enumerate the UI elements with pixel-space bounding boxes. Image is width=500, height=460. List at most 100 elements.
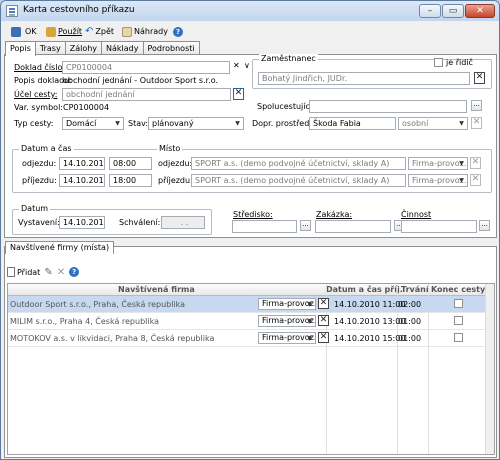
arrive-time-field[interactable]: 18:00 [109, 174, 152, 187]
companions-field[interactable] [309, 100, 467, 113]
vertical-scrollbar[interactable] [485, 284, 494, 454]
save-button[interactable] [11, 25, 21, 38]
datetime-group: Datum a čas Místo odjezdu: 14.10.2010 08… [12, 144, 492, 193]
tab-visited-firms[interactable]: Navštívené firmy (místa) [5, 241, 115, 254]
driver-label: je řidič [446, 58, 473, 67]
trip-type-select[interactable]: Domácí ▼ [62, 117, 124, 130]
delete-icon[interactable]: ✕ [57, 267, 65, 278]
row-end-checkbox[interactable] [454, 333, 463, 342]
row-end-checkbox[interactable] [454, 316, 463, 325]
activity-label: Činnost [401, 210, 432, 219]
clear-employee-button[interactable]: ✕ [474, 72, 485, 84]
center-field[interactable] [232, 220, 297, 233]
row-duration: 02:00 [398, 300, 422, 309]
employee-group-title: Zaměstnanec [259, 54, 318, 63]
tab-strip: Popis Trasy Zálohy Náklady Podrobnosti [5, 41, 200, 56]
add-button[interactable]: Přidat [7, 267, 40, 277]
clear-purpose-button[interactable]: ✕ [233, 88, 244, 100]
col-end[interactable]: Konec cesty [431, 285, 485, 294]
arrive-date-field[interactable]: 14.10.2010 [59, 174, 105, 187]
companions-picker-button[interactable]: ... [471, 100, 482, 111]
row-clear-button[interactable]: ✕ [318, 315, 329, 326]
var-symbol-label: Var. symbol: [14, 103, 63, 112]
table-row[interactable]: MILIM s.r.o., Praha 4, Česká republika F… [8, 313, 486, 330]
driver-checkbox[interactable] [434, 58, 443, 67]
row-type-select[interactable]: Firma-provoz. ▼ [258, 315, 316, 327]
approved-date-field[interactable]: . . [161, 216, 205, 229]
row-type-select[interactable]: Firma-provoz. ▼ [258, 298, 316, 310]
col-duration[interactable]: Trvání [401, 285, 429, 294]
tab-podrobnosti[interactable]: Podrobnosti [142, 41, 200, 55]
close-window-button[interactable]: ✕ [465, 4, 495, 18]
window-title: Karta cestovního příkazu [23, 5, 135, 15]
compensation-label: Náhrady [134, 27, 168, 36]
vehicle-type-value: osobní [402, 119, 429, 128]
issued-date-field[interactable]: 14.10.2010 [59, 216, 105, 229]
table-row[interactable]: Outdoor Sport s.r.o., Praha, Česká repub… [8, 296, 486, 313]
depart-date-field[interactable]: 14.10.2010 [59, 157, 105, 170]
chevron-down-icon: ▼ [459, 120, 464, 127]
place-arrive-type-select[interactable]: Firma-provoz. ▼ [408, 174, 468, 187]
place-arrive-field[interactable]: SPORT a.s. (demo podvojné účetnictví, sk… [191, 174, 406, 187]
doc-no-field[interactable]: CP0100004 [62, 61, 230, 74]
row-date: 14.10.2010 11:00 [334, 300, 406, 309]
compensation-button[interactable]: Náhrady [122, 25, 168, 38]
vehicle-field[interactable]: Škoda Fabia [309, 117, 396, 130]
var-symbol-value: CP0100004 [63, 103, 110, 112]
date-group: Datum Vystavení: 14.10.2010 Schválení: .… [12, 204, 212, 235]
row-type-select[interactable]: Firma-provoz. ▼ [258, 332, 316, 344]
tab-naklady[interactable]: Náklady [101, 41, 144, 55]
row-clear-button[interactable]: ✕ [318, 332, 329, 343]
companions-label: Spolucestující: [257, 102, 315, 111]
col-date[interactable]: Datum a čas příj. [326, 285, 403, 294]
doc-desc-value: obchodní jednání - Outdoor Sport s.r.o. [63, 76, 219, 85]
approved-label: Schválení: [119, 218, 161, 227]
help-button[interactable]: ? [173, 25, 183, 38]
apply-label: Použít [58, 27, 83, 36]
edit-icon[interactable]: ✎ [44, 267, 52, 278]
center-picker-button[interactable]: ... [300, 220, 311, 231]
table-row[interactable]: MOTOKOV a.s. v likvidaci, Praha 8, Česká… [8, 330, 486, 347]
place-depart-field[interactable]: SPORT a.s. (demo podvojné účetnictví, sk… [191, 157, 406, 170]
tab-zalohy[interactable]: Zálohy [64, 41, 103, 55]
new-document-icon [7, 267, 15, 277]
state-label: Stav: [128, 119, 149, 128]
maximize-button[interactable]: ▭ [442, 4, 464, 18]
row-date: 14.10.2010 15:00 [334, 334, 406, 343]
apply-button[interactable]: Použít [46, 25, 82, 38]
chevron-down-icon: ▼ [307, 318, 312, 325]
ok-button[interactable]: OK [25, 25, 37, 38]
help-icon[interactable]: ? [69, 267, 80, 277]
depart-time-field[interactable]: 08:00 [109, 157, 152, 170]
order-field[interactable] [315, 220, 391, 233]
row-duration: 01:00 [398, 334, 422, 343]
activity-picker-button[interactable]: ... [479, 220, 490, 231]
tab-trasy[interactable]: Trasy [34, 41, 66, 55]
back-button[interactable]: ↶ Zpět [85, 25, 114, 38]
activity-field[interactable] [401, 220, 477, 233]
employee-field[interactable]: Bohatý Jindřich, JUDr. [258, 72, 470, 85]
title-bar: Karta cestovního příkazu – ▭ ✕ [1, 1, 499, 21]
tab-popis[interactable]: Popis [5, 41, 36, 56]
undo-icon: ↶ [85, 26, 94, 37]
chevron-down-icon: ▼ [459, 160, 464, 167]
col-firm[interactable]: Navštívená firma [118, 285, 195, 294]
state-select[interactable]: plánovaný ▼ [148, 117, 244, 130]
purpose-field[interactable]: obchodní jednání [62, 88, 231, 101]
apply-icon [46, 26, 56, 37]
row-clear-button[interactable]: ✕ [318, 298, 329, 309]
place-depart-type-select[interactable]: Firma-provoz. ▼ [408, 157, 468, 170]
clear-vehicle-button[interactable]: ✕ [471, 117, 482, 129]
place-group-title: Místo [157, 144, 183, 153]
clear-place-arrive-button[interactable]: ✕ [470, 174, 481, 186]
arrive-label: příjezdu: [22, 176, 57, 185]
x-icon[interactable]: ✕ [233, 61, 240, 70]
vehicle-type-select[interactable]: osobní ▼ [398, 117, 468, 130]
row-firm: MILIM s.r.o., Praha 4, Česká republika [10, 317, 159, 326]
check-icon[interactable]: ∨ [244, 61, 250, 70]
ok-label: OK [25, 27, 37, 36]
minimize-button[interactable]: – [419, 4, 441, 18]
help-icon: ? [173, 26, 183, 37]
row-end-checkbox[interactable] [454, 299, 463, 308]
clear-place-depart-button[interactable]: ✕ [470, 157, 481, 169]
